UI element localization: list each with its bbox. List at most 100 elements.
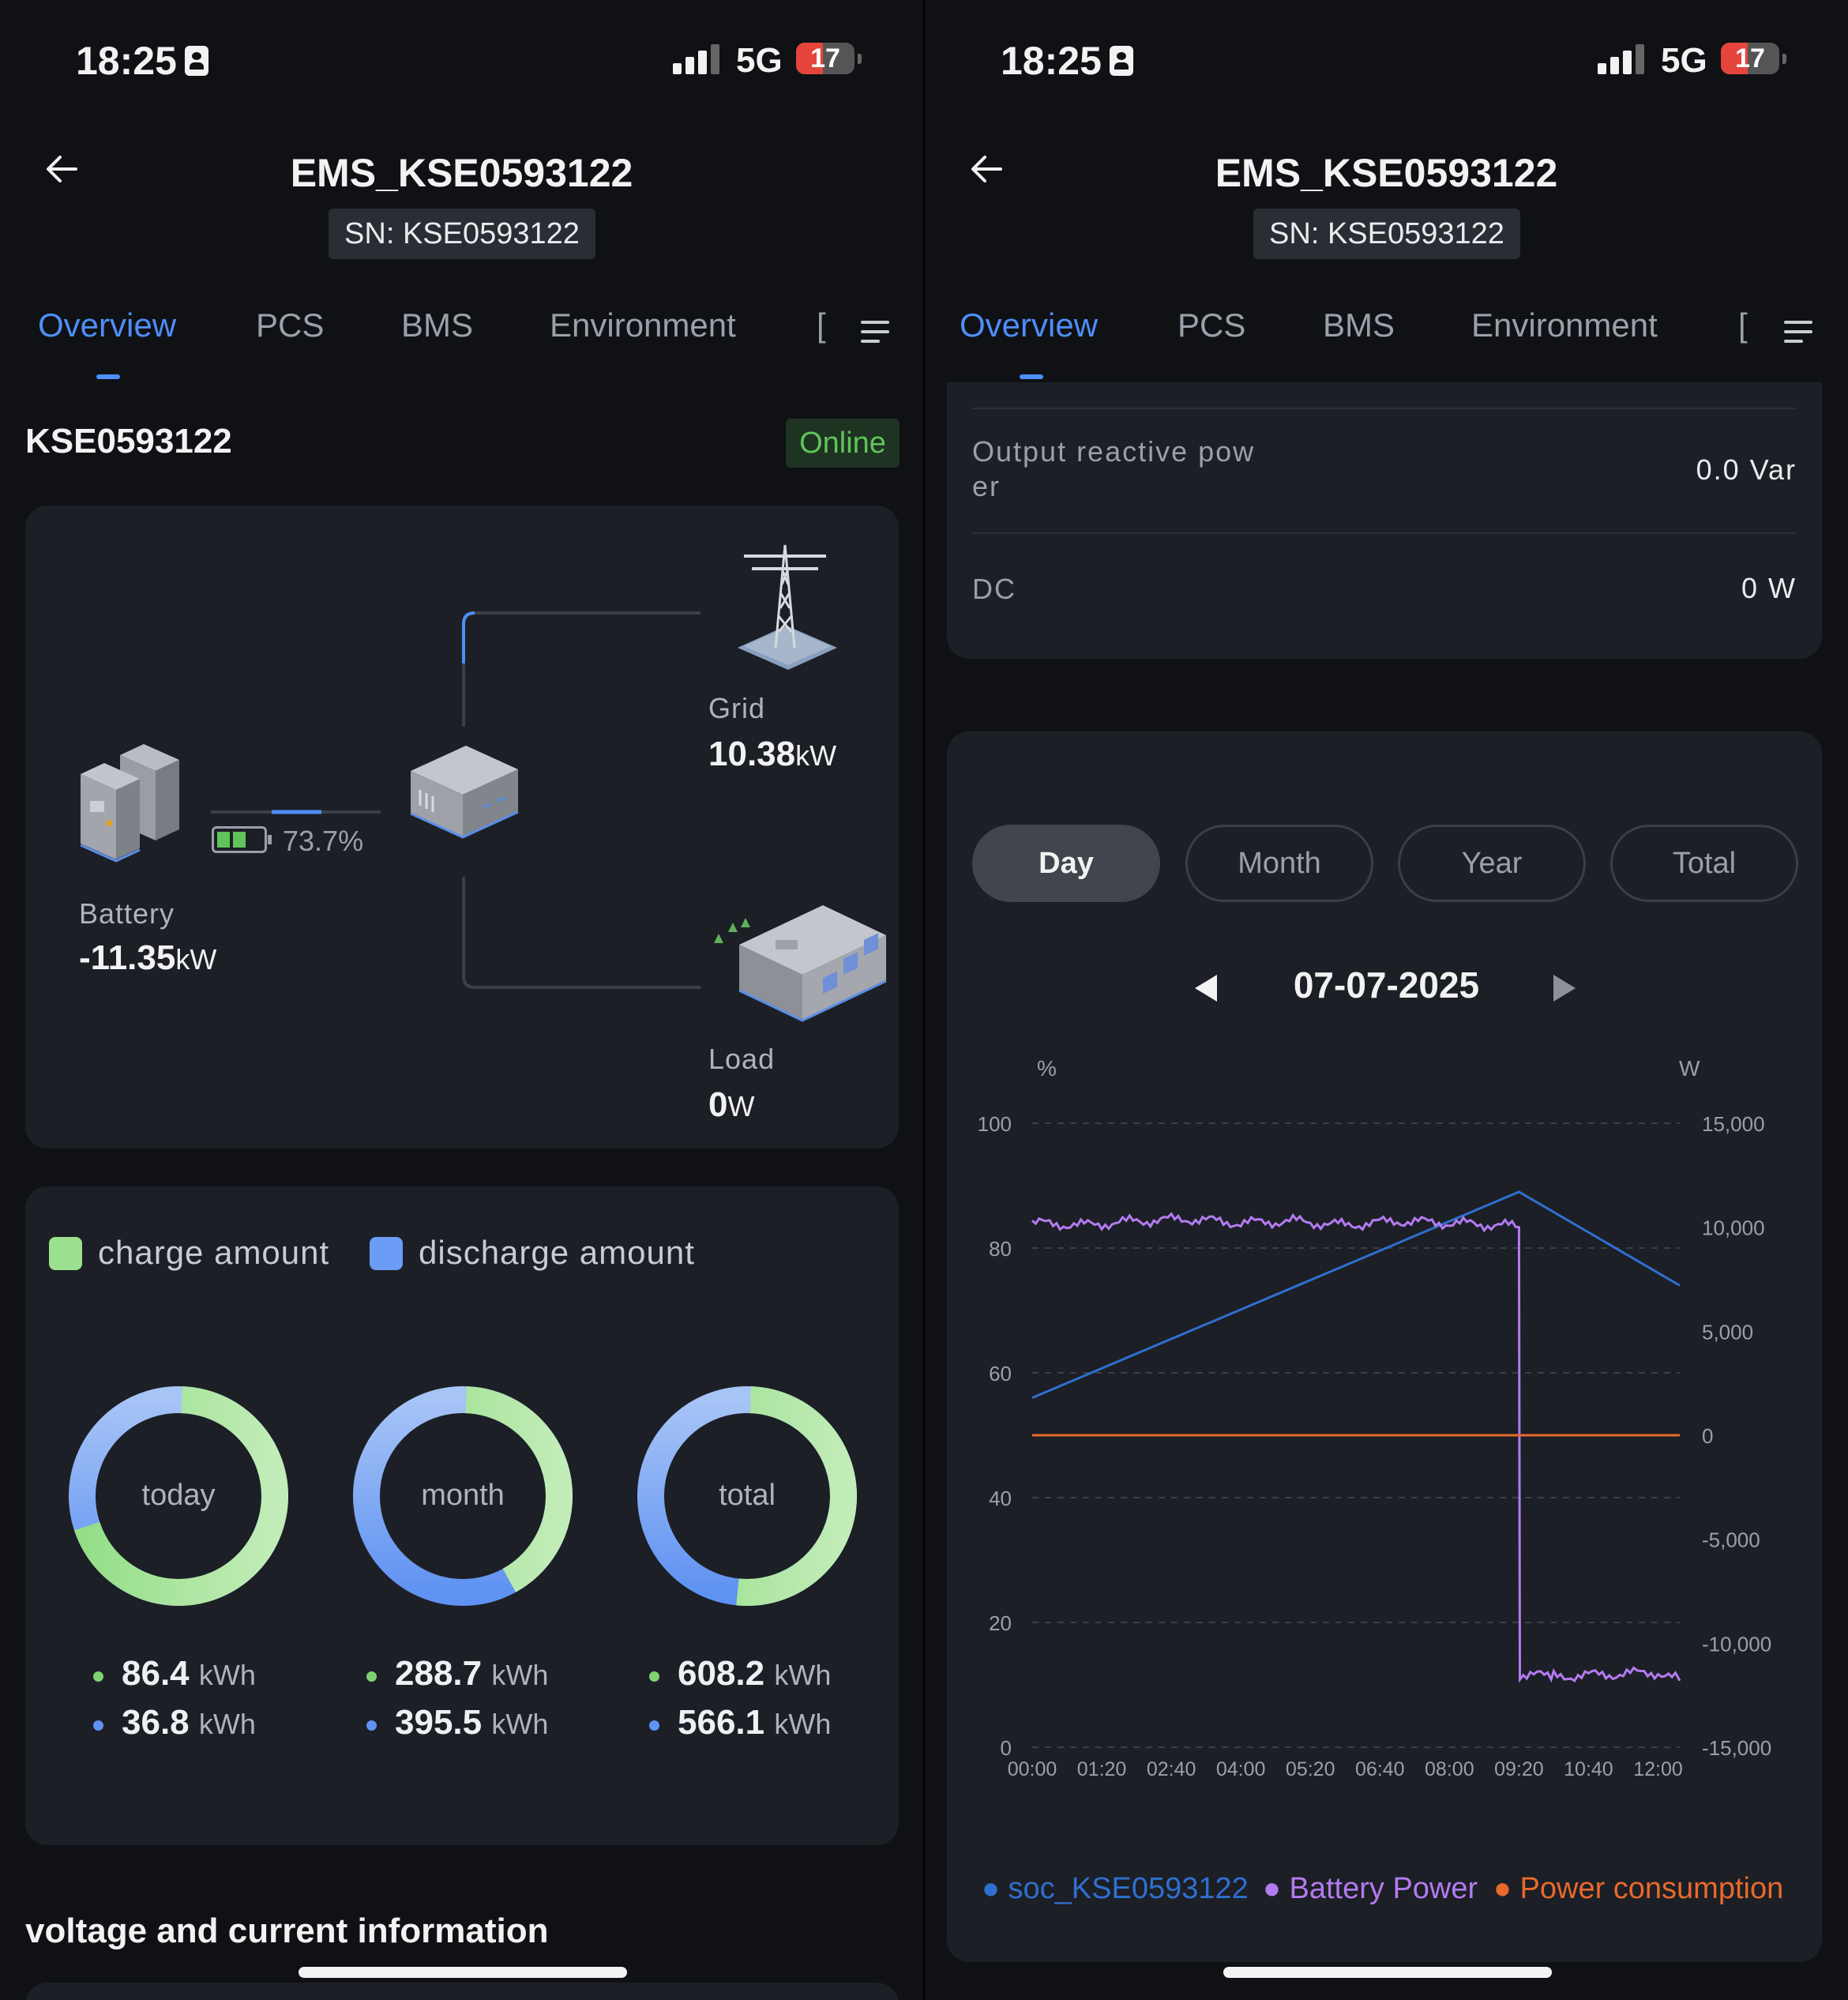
serial-number-badge: SN: KSE0593122 — [329, 209, 595, 259]
voltage-card — [25, 1983, 899, 2000]
y2-tick-label: 5,000 — [1702, 1320, 1753, 1344]
x-tick-label: 02:40 — [1147, 1758, 1196, 1780]
load-label: Load — [708, 1043, 776, 1075]
x-tick-label: 06:40 — [1355, 1758, 1405, 1780]
charge-dot — [93, 1671, 103, 1682]
network-label: 5G — [1661, 41, 1707, 80]
period-year-button[interactable]: Year — [1398, 825, 1586, 902]
tab-bms[interactable]: BMS — [401, 306, 473, 344]
y2-tick-label: -15,000 — [1702, 1736, 1771, 1760]
period-day-button[interactable]: Day — [972, 825, 1160, 902]
charge-dot — [649, 1671, 659, 1682]
page-title: EMS_KSE0593122 — [1215, 151, 1558, 195]
discharge-dot — [649, 1720, 659, 1731]
tab-environment[interactable]: Environment — [550, 306, 736, 344]
date-label: 07-07-2025 — [1293, 964, 1480, 1006]
tab-overview[interactable]: Overview — [960, 306, 1098, 344]
y-tick-label: 20 — [989, 1611, 1012, 1635]
active-tab-indicator — [96, 374, 120, 379]
grid-power: 10.38kW — [708, 735, 837, 773]
load-power: 0W — [708, 1085, 755, 1124]
legend-soc: ● soc_KSE0593122 — [982, 1872, 1249, 1905]
today-charge: 86.4 kWh — [122, 1654, 256, 1693]
charge-dot — [366, 1671, 377, 1682]
donut-label-month: month — [421, 1479, 505, 1512]
home-indicator — [1223, 1967, 1552, 1978]
month-charge: 288.7 kWh — [395, 1654, 549, 1693]
x-tick-label: 08:00 — [1425, 1758, 1474, 1780]
section-title: voltage and current information — [25, 1912, 549, 1950]
menu-lines-icon[interactable] — [1784, 319, 1812, 344]
triangle-right-icon[interactable] — [1550, 973, 1577, 1003]
y-tick-label: 0 — [1001, 1736, 1012, 1760]
page-title: EMS_KSE0593122 — [290, 151, 633, 195]
tab-bms[interactable]: BMS — [1323, 306, 1395, 344]
y-tick-label: 60 — [989, 1362, 1012, 1385]
total-charge: 608.2 kWh — [678, 1654, 832, 1693]
discharge-dot — [366, 1720, 377, 1731]
x-tick-label: 09:20 — [1494, 1758, 1544, 1780]
serial-number-badge: SN: KSE0593122 — [1253, 209, 1520, 259]
status-time: 18:25 — [1001, 38, 1133, 84]
y-tick-label: 80 — [989, 1237, 1012, 1261]
discharge-dot — [93, 1720, 103, 1731]
tab-truncated[interactable]: [ — [817, 306, 826, 344]
y2-tick-label: 15,000 — [1702, 1112, 1765, 1136]
series-line-soc-kse0593122 — [1031, 1190, 1681, 1399]
overview-scrolled-screen: 18:25 5G 17 EMS_KSE0593122 SN: KSE059312… — [925, 0, 1848, 2000]
legend-power-consumption: ● Power consumption — [1493, 1872, 1784, 1905]
x-tick-label: 00:00 — [1008, 1758, 1057, 1780]
tab-truncated[interactable]: [ — [1738, 306, 1748, 344]
tab-bar: Overview PCS BMS Environment [ — [925, 306, 1848, 385]
soc-battery-icon — [212, 826, 272, 853]
power-chart: % W 0 20 40 60 80 100 -15,000 -10,000 -5,000 0 5,0… — [978, 1056, 1772, 1780]
series-line-battery-power — [1031, 1212, 1681, 1683]
energy-flow-card: 73.7% Battery -11.35kW Grid 10.38kW Load… — [25, 506, 899, 1148]
row-label-dc: DC — [972, 573, 1016, 605]
overview-screen: 18:25 5G 17 EMS_KSE0593122 SN: KSE059312… — [0, 0, 923, 2000]
y2-tick-label: 0 — [1702, 1424, 1713, 1448]
donut-label-total: total — [719, 1479, 776, 1512]
load-building-icon — [714, 905, 887, 1022]
energy-amount-card: charge amount discharge amount today mon… — [25, 1186, 899, 1845]
x-tick-label: 01:20 — [1077, 1758, 1127, 1780]
network-label: 5G — [736, 41, 783, 80]
tab-environment[interactable]: Environment — [1471, 306, 1658, 344]
x-tick-label: 04:00 — [1216, 1758, 1266, 1780]
grid-tower-icon — [738, 544, 837, 670]
y2-tick-label: -5,000 — [1702, 1528, 1760, 1552]
donut-charts — [68, 1385, 857, 1607]
id-card-icon — [184, 45, 208, 76]
y-tick-label: 40 — [989, 1487, 1012, 1510]
signal-icon — [1598, 43, 1653, 74]
row-value-output-reactive-power: 0.0 Var — [1696, 453, 1797, 486]
tab-pcs[interactable]: PCS — [256, 306, 324, 344]
x-tick-label: 10:40 — [1564, 1758, 1613, 1780]
tab-pcs[interactable]: PCS — [1178, 306, 1245, 344]
row-value-dc: 0 W — [1741, 572, 1797, 604]
status-time: 18:25 — [76, 38, 208, 84]
today-discharge: 36.8 kWh — [122, 1703, 256, 1742]
menu-lines-icon[interactable] — [861, 319, 889, 344]
battery-icon: 17 — [1721, 43, 1786, 74]
y2-tick-label: 10,000 — [1702, 1216, 1765, 1240]
inverter-icon — [410, 746, 519, 839]
total-discharge: 566.1 kWh — [678, 1703, 832, 1742]
tab-overview[interactable]: Overview — [38, 306, 176, 344]
period-total-button[interactable]: Total — [1610, 825, 1798, 902]
battery-power: -11.35kW — [79, 938, 217, 977]
y-axis-unit-right: W — [1679, 1056, 1700, 1081]
month-discharge: 395.5 kWh — [395, 1703, 549, 1742]
period-month-button[interactable]: Month — [1185, 825, 1373, 902]
donut-label-today: today — [141, 1479, 216, 1512]
y-axis-unit-left: % — [1037, 1056, 1057, 1081]
battery-label: Battery — [79, 897, 175, 930]
grid-label: Grid — [708, 692, 766, 724]
y-tick-label: 100 — [978, 1112, 1012, 1136]
signal-icon — [673, 43, 728, 74]
pcs-info-card: Output reactive pow er 0.0 Var DC 0 W — [947, 382, 1822, 659]
status-badge: Online — [786, 419, 900, 468]
legend-battery-power: ● Battery Power — [1263, 1872, 1478, 1905]
battery-cabinet-icon — [81, 744, 179, 863]
tab-bar: Overview PCS BMS Environment [ — [0, 306, 923, 385]
